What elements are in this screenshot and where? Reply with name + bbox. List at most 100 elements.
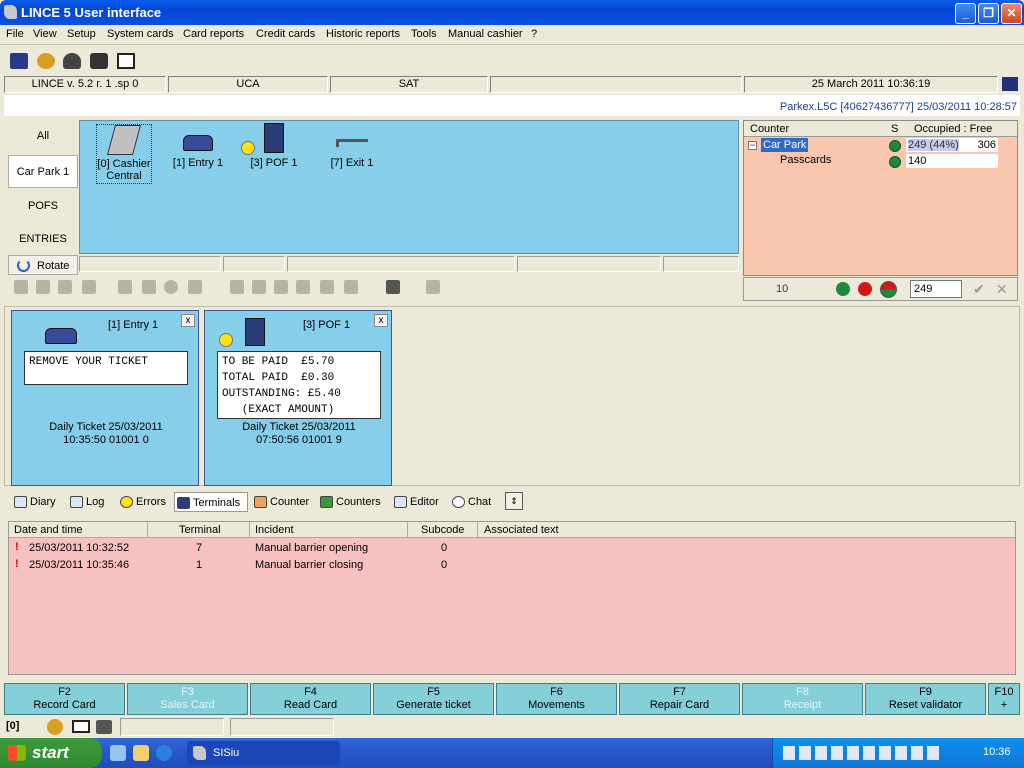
tab-terminals[interactable]: Terminals [174,492,248,512]
maximize-button[interactable]: ❐ [978,3,999,24]
device-entry[interactable]: [1] Entry 1 [170,135,226,169]
row-terminal: 1 [196,559,203,571]
block-icon [164,280,178,294]
row-datetime: 25/03/2011 10:35:46 [29,559,130,571]
occupied-free-col: Occupied : Free [914,123,993,135]
status-yellow-icon [219,333,233,347]
menu-setup[interactable]: Setup [67,28,96,40]
terminal-card-pof[interactable]: [3] POF 1 x TO BE PAID £5.70 TOTAL PAID … [204,310,392,486]
tab-errors[interactable]: Errors [118,492,174,512]
tab-label: Editor [410,496,439,508]
table-row[interactable]: ! 25/03/2011 10:35:46 1 Manual barrier c… [9,557,1015,573]
tab-editor[interactable]: Editor [392,492,446,512]
f6-movements-button[interactable]: F6 Movements [496,683,617,715]
chat-icon [452,496,465,508]
tab-log[interactable]: Log [68,492,114,512]
f5-generate-ticket-button[interactable]: F5 Generate ticket [373,683,494,715]
book-icon [70,496,83,508]
f7-repair-card-button[interactable]: F7 Repair Card [619,683,740,715]
tab-counters[interactable]: Counters [318,492,388,512]
f9-reset-validator-button[interactable]: F9 Reset validator [865,683,986,715]
nav-pofs[interactable]: POFS [8,190,78,223]
menu-manual-cashier[interactable]: Manual cashier [448,28,523,40]
close-terminal-button[interactable]: x [374,314,388,327]
grid-header: Date and time Terminal Incident Subcode … [9,522,1015,538]
f10-more-button[interactable]: F10 + [988,683,1020,715]
menu-card-reports[interactable]: Card reports [183,28,244,40]
tree-collapse-icon[interactable]: − [748,141,757,150]
menu-historic-reports[interactable]: Historic reports [326,28,400,40]
counter-col: Counter [750,123,790,135]
fkey-label: Receipt [783,699,822,711]
blank-status [490,76,742,93]
monitor-icon[interactable] [117,53,135,69]
gear-icon[interactable] [47,719,63,735]
tab-diary[interactable]: Diary [12,492,68,512]
menu-tools[interactable]: Tools [411,28,437,40]
quicklaunch-icon[interactable] [110,745,126,761]
terminal-card-entry[interactable]: [1] Entry 1 x REMOVE YOUR TICKET Daily T… [11,310,199,486]
unlock-green-icon[interactable] [836,282,850,296]
monitor-icon[interactable] [72,720,90,733]
device-pof[interactable]: [3] POF 1 [246,123,302,169]
power-icon [188,280,202,294]
start-button[interactable]: start [0,738,102,768]
col-subcode: Subcode [421,524,465,536]
computer-icon[interactable] [10,53,28,69]
ticker-bar [79,255,739,274]
tab-label: Chat [468,496,492,508]
taskbar-app-button[interactable]: SISiu [187,741,340,765]
f2-record-card-button[interactable]: F2 Record Card [4,683,125,715]
close-terminal-button[interactable]: x [181,314,195,327]
function-keys: F2 Record Card F3 Sales Card F4 Read Card F… [4,683,1020,715]
cancel-button[interactable]: ✕ [996,281,1008,298]
tab-counter[interactable]: Counter [252,492,314,512]
tray-icons[interactable] [783,746,943,760]
traffic-light-icon[interactable] [880,281,897,298]
lock-barrier-icon [58,280,72,294]
expand-panel-button[interactable]: ⇕ [505,492,523,510]
user-icon[interactable] [63,53,81,69]
menu-credit-cards[interactable]: Credit cards [256,28,315,40]
printer-icon[interactable] [96,720,112,734]
count-spinner[interactable]: 249 [910,280,962,298]
menu-help[interactable]: ? [531,28,537,40]
folder-icon[interactable] [133,745,149,761]
table-row[interactable]: ! 25/03/2011 10:32:52 7 Manual barrier o… [9,540,1015,556]
tab-label: Log [86,496,105,508]
printer-icon[interactable] [386,280,400,294]
device-cashier[interactable]: [0] Cashier Central [96,124,152,184]
row-incident: Manual barrier closing [255,559,364,571]
f8-receipt-button[interactable]: F8 Receipt [742,683,863,715]
device-exit[interactable]: [7] Exit 1 [324,139,380,169]
f3-sales-card-button[interactable]: F3 Sales Card [127,683,248,715]
nav-all[interactable]: All [8,120,78,153]
counter-row-car-park[interactable]: Car Park [761,138,809,152]
close-button[interactable]: ✕ [1001,3,1022,24]
browser-icon[interactable] [156,745,172,761]
nav-car-park-1[interactable]: Car Park 1 [8,155,78,188]
lock-red-icon[interactable] [858,282,872,296]
site-status: UCA [168,76,328,93]
menu-file[interactable]: File [6,28,24,40]
door-icon [82,280,96,294]
rotate-button[interactable]: Rotate [8,255,78,275]
system-tray: 10:36 [772,738,1024,768]
tickets-icon [274,280,288,294]
tab-chat[interactable]: Chat [450,492,500,512]
menu-view[interactable]: View [33,28,57,40]
close-barrier-icon [36,280,50,294]
counter-row-passcards[interactable]: Passcards [780,154,831,166]
menu-system-cards[interactable]: System cards [107,28,174,40]
unlock-icon [252,280,266,294]
index-status: [0] [6,720,20,732]
f4-read-card-button[interactable]: F4 Read Card [250,683,371,715]
fkey-label: Repair Card [649,699,710,711]
confirm-button[interactable]: ✔ [973,281,985,298]
fkey-label: Generate ticket [396,699,471,711]
gear-icon[interactable] [37,53,55,69]
minimize-button[interactable]: _ [955,3,976,24]
start-label: start [32,743,69,762]
nav-entries[interactable]: ENTRIES [8,223,78,256]
phone-icon[interactable] [90,53,108,69]
